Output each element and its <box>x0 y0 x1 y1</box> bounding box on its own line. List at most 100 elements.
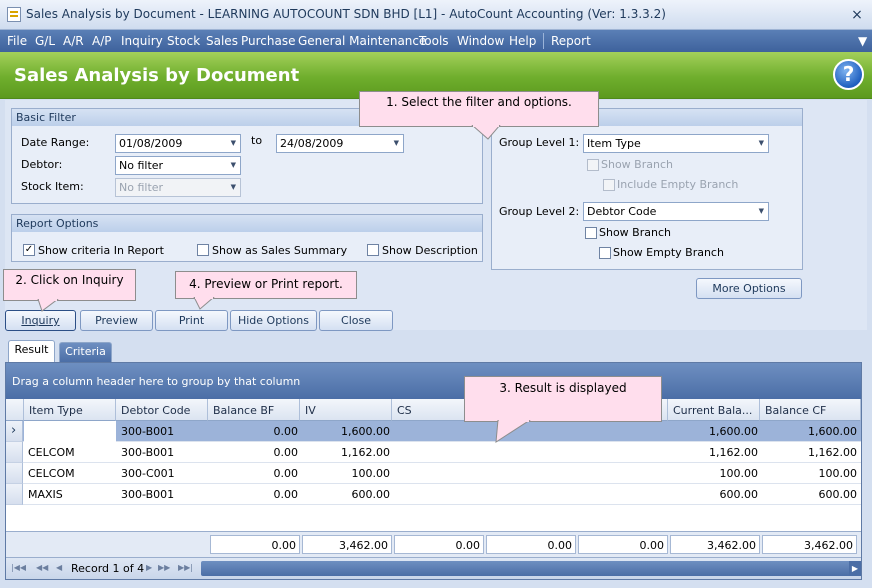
callout-select-filter: 1. Select the filter and options. <box>359 91 599 127</box>
menu-sales[interactable]: Sales <box>206 34 238 48</box>
tab-criteria[interactable]: Criteria <box>59 342 112 362</box>
hide-options-button[interactable]: Hide Options <box>230 310 317 331</box>
print-button[interactable]: Print <box>155 310 228 331</box>
menu-help[interactable]: Help <box>509 34 536 48</box>
menu-ap[interactable]: A/P <box>92 34 112 48</box>
group-level-2-label: Group Level 2: <box>499 205 580 218</box>
menu-ar[interactable]: A/R <box>63 34 84 48</box>
table-row[interactable]: › 300-B001 0.00 1,600.00 1,600.00 1,600.… <box>6 421 861 442</box>
record-navigator: |◀◀ ◀◀ ◀ Record 1 of 4 ▶ ▶▶ ▶▶| ▶ <box>6 557 861 579</box>
horizontal-scrollbar[interactable] <box>201 561 851 576</box>
show-branch-1-checkbox <box>587 159 599 171</box>
cell-debtor-code: 300-B001 <box>121 446 175 459</box>
cell-balance-cf: 1,162.00 <box>808 446 857 459</box>
chevron-down-icon: ▼ <box>230 183 236 191</box>
previous-record-icon[interactable]: ◀ <box>56 563 62 572</box>
inquiry-button[interactable]: Inquiry <box>5 310 76 331</box>
menu-separator <box>543 33 544 49</box>
cell-item-type: CELCOM <box>28 446 75 459</box>
menu-gl[interactable]: G/L <box>35 34 55 48</box>
menu-purchase[interactable]: Purchase <box>241 34 296 48</box>
preview-button[interactable]: Preview <box>80 310 153 331</box>
group-level-2-select[interactable]: Debtor Code ▼ <box>583 202 769 221</box>
table-row[interactable]: MAXIS 300-B001 0.00 600.00 600.00 600.00 <box>6 484 861 505</box>
show-description-label: Show Description <box>382 244 478 257</box>
to-label: to <box>251 134 263 147</box>
previous-page-icon[interactable]: ◀◀ <box>36 563 48 572</box>
chevron-down-icon[interactable]: ▼ <box>759 135 764 152</box>
table-row[interactable]: CELCOM 300-B001 0.00 1,162.00 1,162.00 1… <box>6 442 861 463</box>
total-iv: 3,462.00 <box>302 535 392 554</box>
scroll-right-icon[interactable]: ▶ <box>849 561 861 576</box>
cell-balance-bf: 0.00 <box>273 425 299 438</box>
total-col-5: 0.00 <box>486 535 576 554</box>
menu-inquiry[interactable]: Inquiry <box>121 34 163 48</box>
window-title: Sales Analysis by Document - LEARNING AU… <box>26 7 666 21</box>
cell-current-balance: 1,600.00 <box>709 425 758 438</box>
next-record-icon[interactable]: ▶ <box>146 563 152 572</box>
row-indicator <box>6 484 23 505</box>
chevron-down-icon[interactable]: ▼ <box>759 203 764 220</box>
menu-tools[interactable]: Tools <box>419 34 449 48</box>
column-header-balance-cf[interactable]: Balance CF <box>760 399 861 421</box>
menu-stock[interactable]: Stock <box>167 34 200 48</box>
close-button[interactable]: Close <box>319 310 393 331</box>
menu-file[interactable]: File <box>7 34 27 48</box>
date-to-field[interactable]: 24/08/2009 ▼ <box>276 134 404 153</box>
chevron-down-icon[interactable]: ▼ <box>858 34 867 48</box>
row-indicator-header <box>6 399 24 421</box>
app-icon <box>7 7 21 22</box>
menu-general-maintenance[interactable]: General Maintenance <box>298 34 426 48</box>
table-row[interactable]: CELCOM 300-C001 0.00 100.00 100.00 100.0… <box>6 463 861 484</box>
help-icon[interactable]: ? <box>833 59 864 90</box>
grouping-group: Group Level 1: Item Type ▼ Show Branch In… <box>491 108 803 270</box>
last-record-icon[interactable]: ▶▶| <box>178 563 193 572</box>
tab-result[interactable]: Result <box>8 340 55 362</box>
show-sales-summary-checkbox[interactable] <box>197 244 209 256</box>
cell-iv: 100.00 <box>351 467 391 480</box>
next-page-icon[interactable]: ▶▶ <box>158 563 170 572</box>
total-col-6: 0.00 <box>578 535 668 554</box>
cell-iv: 600.00 <box>351 488 391 501</box>
show-branch-2-checkbox[interactable] <box>585 227 597 239</box>
row-indicator <box>6 442 23 463</box>
group-by-bar[interactable]: Drag a column header here to group by th… <box>6 363 861 399</box>
show-sales-summary-label: Show as Sales Summary <box>212 244 348 257</box>
cell-balance-cf: 1,600.00 <box>808 425 857 438</box>
total-current-balance: 3,462.00 <box>670 535 760 554</box>
close-window-button[interactable]: × <box>850 8 864 22</box>
chevron-down-icon[interactable]: ▼ <box>231 157 236 174</box>
debtor-label: Debtor: <box>21 158 63 171</box>
title-bar: Sales Analysis by Document - LEARNING AU… <box>0 0 872 30</box>
show-empty-branch-checkbox[interactable] <box>599 247 611 259</box>
cell-item-type: MAXIS <box>28 488 63 501</box>
total-balance-cf: 3,462.00 <box>762 535 857 554</box>
group-level-1-select[interactable]: Item Type ▼ <box>583 134 769 153</box>
chevron-down-icon[interactable]: ▼ <box>394 135 399 152</box>
menu-report[interactable]: Report <box>551 34 591 48</box>
total-balance-bf: 0.00 <box>210 535 300 554</box>
show-criteria-checkbox[interactable]: ✓ <box>23 244 35 256</box>
record-count: Record 1 of 4 <box>71 562 145 575</box>
show-empty-branch-label: Show Empty Branch <box>613 246 724 259</box>
column-header-balance-bf[interactable]: Balance BF <box>208 399 300 421</box>
column-header-item-type[interactable]: Item Type <box>24 399 116 421</box>
chevron-down-icon[interactable]: ▼ <box>231 135 236 152</box>
date-from-field[interactable]: 01/08/2009 ▼ <box>115 134 241 153</box>
show-branch-2-label: Show Branch <box>599 226 671 239</box>
menu-bar: File G/L A/R A/P Inquiry Stock Sales Pur… <box>0 30 872 52</box>
callout-pointer <box>193 297 215 310</box>
more-options-button[interactable]: More Options <box>696 278 802 299</box>
cell-current-balance: 600.00 <box>719 488 759 501</box>
callout-result-displayed: 3. Result is displayed <box>464 376 662 422</box>
date-to-value: 24/08/2009 <box>280 137 344 150</box>
column-header-current-balance[interactable]: Current Bala... <box>668 399 760 421</box>
callout-pointer <box>471 125 501 140</box>
cell-balance-cf: 100.00 <box>818 467 858 480</box>
column-header-debtor-code[interactable]: Debtor Code <box>116 399 208 421</box>
column-header-iv[interactable]: IV <box>300 399 392 421</box>
debtor-select[interactable]: No filter ▼ <box>115 156 241 175</box>
first-record-icon[interactable]: |◀◀ <box>11 563 26 572</box>
show-description-checkbox[interactable] <box>367 244 379 256</box>
menu-window[interactable]: Window <box>457 34 504 48</box>
